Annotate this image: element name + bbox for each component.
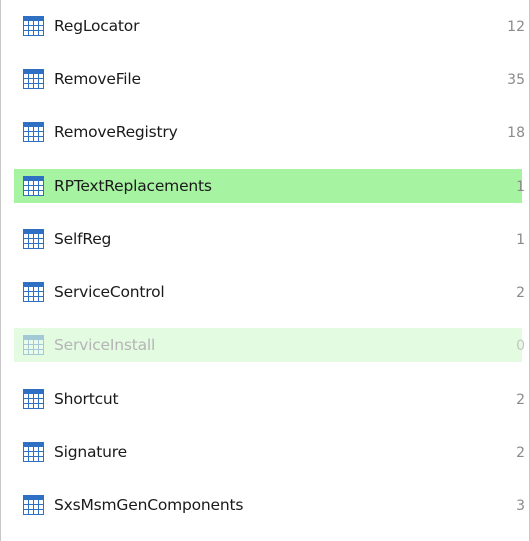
table-name: RegLocator [54,17,140,35]
row-count: 2 [516,392,525,408]
table-icon [23,16,44,36]
table-name: Shortcut [54,390,119,408]
table-icon [23,176,44,196]
row-count: 2 [516,285,525,301]
row-count: 1 [516,179,525,195]
table-icon [23,229,44,249]
table-name: SxsMsmGenComponents [54,496,244,514]
row-count: 35 [507,72,525,88]
row-count: 0 [516,338,525,354]
table-list-pane: RegLocator 12 RemoveFile 35 RemoveRegist… [0,0,530,541]
table-name: RemoveFile [54,70,141,88]
table-row-serviceinstall[interactable]: ServiceInstall 0 [14,328,525,362]
row-count: 18 [507,125,525,141]
table-row-signature[interactable]: Signature 2 [14,435,525,469]
table-icon [23,122,44,142]
table-name: Signature [54,443,127,461]
row-count: 3 [516,498,525,514]
table-row-reglocator[interactable]: RegLocator 12 [14,9,525,43]
row-count: 12 [507,19,525,35]
table-name: ServiceControl [54,283,165,301]
table-row-removefile[interactable]: RemoveFile 35 [14,62,525,96]
table-row-removeregistry[interactable]: RemoveRegistry 18 [14,115,525,149]
table-row-selfreg[interactable]: SelfReg 1 [14,222,525,256]
table-name: ServiceInstall [54,336,156,354]
table-icon [23,389,44,409]
table-name: RPTextReplacements [54,177,212,195]
table-name: RemoveRegistry [54,123,178,141]
table-name: SelfReg [54,230,112,248]
row-count: 2 [516,445,525,461]
table-row-rptextreplacements[interactable]: RPTextReplacements 1 [14,169,525,203]
table-row-sxsmsmgencomponents[interactable]: SxsMsmGenComponents 3 [14,488,525,522]
table-icon [23,282,44,302]
table-icon [23,335,44,355]
table-icon [23,442,44,462]
row-count: 1 [516,232,525,248]
table-icon [23,495,44,515]
table-icon [23,69,44,89]
table-row-servicecontrol[interactable]: ServiceControl 2 [14,275,525,309]
table-row-shortcut[interactable]: Shortcut 2 [14,382,525,416]
